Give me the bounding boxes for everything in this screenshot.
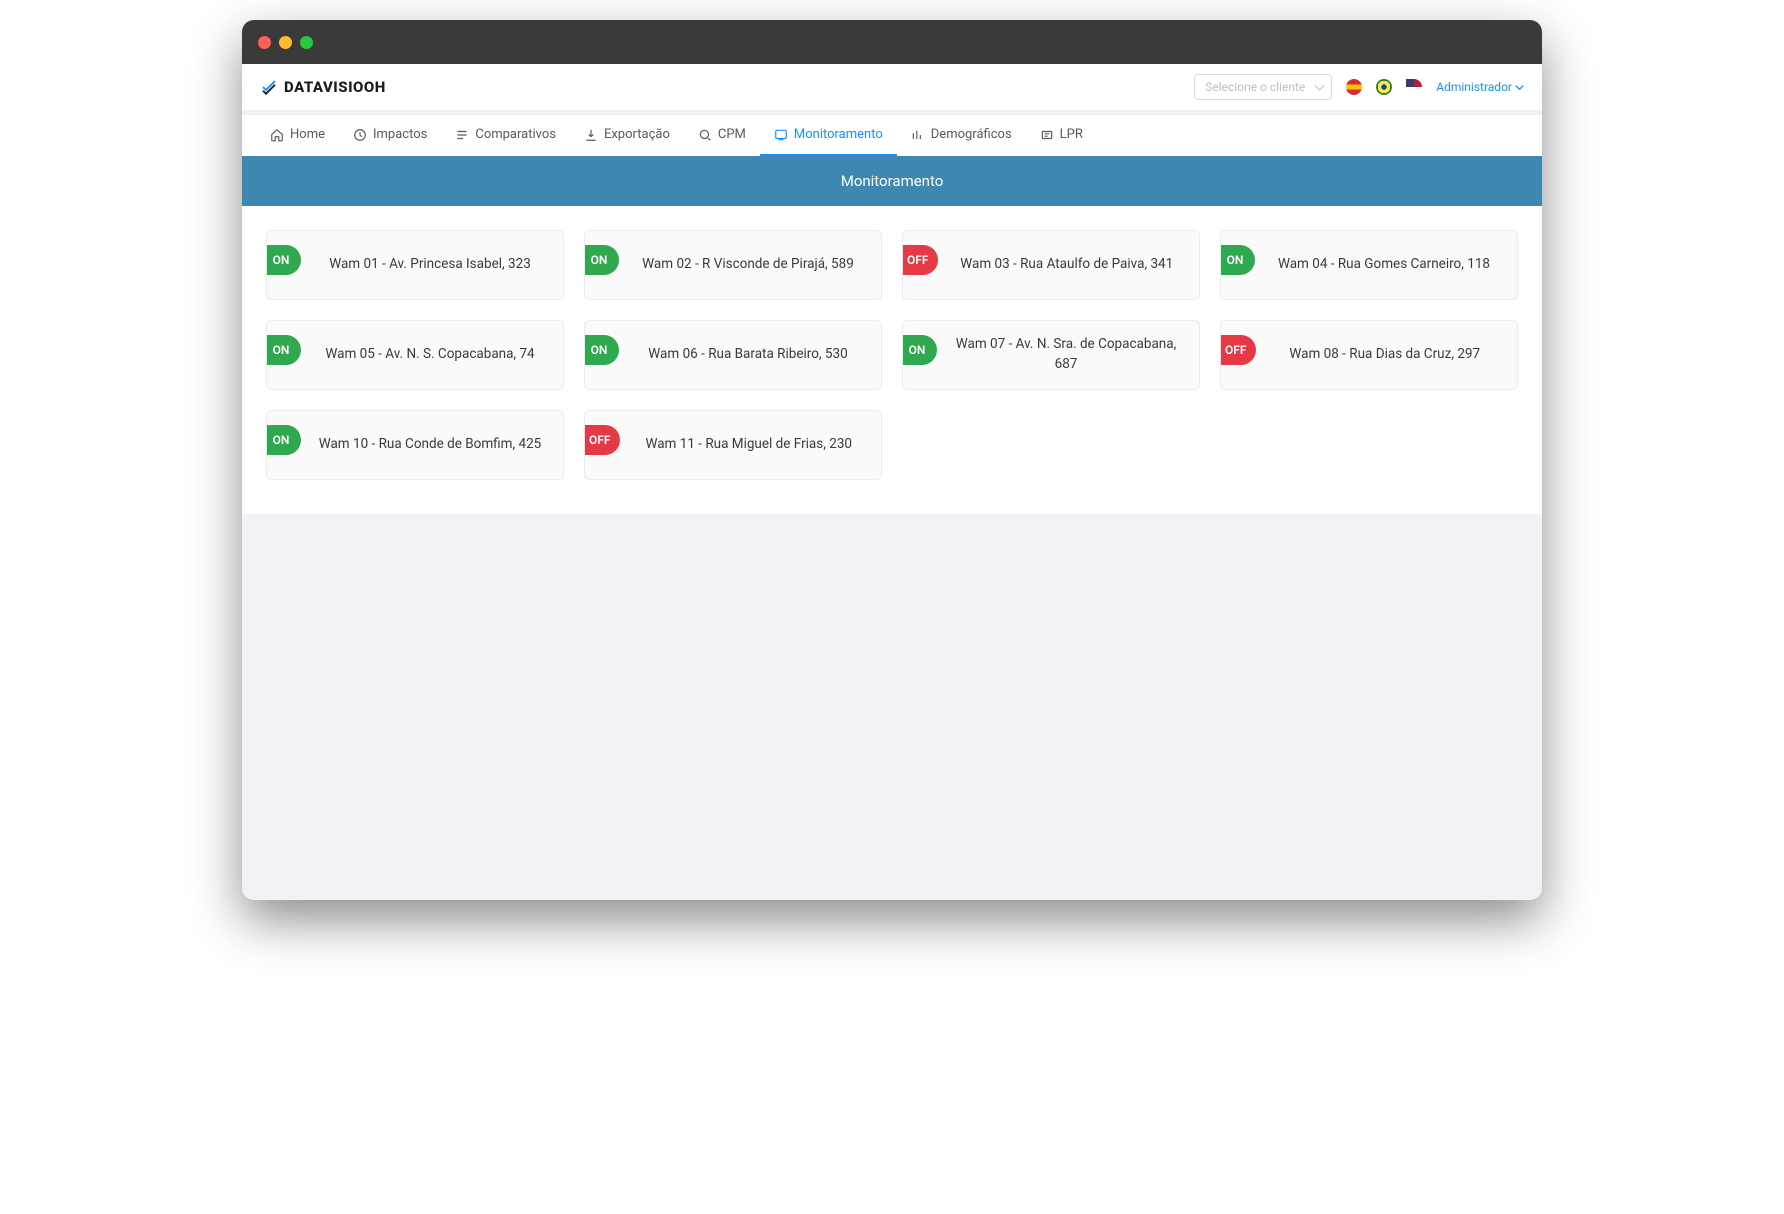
- user-menu[interactable]: Administrador: [1436, 80, 1524, 94]
- monitor-card-label: Wam 03 - Rua Ataulfo de Paiva, 341: [946, 255, 1187, 275]
- monitor-card-label: Wam 04 - Rua Gomes Carneiro, 118: [1263, 255, 1505, 275]
- status-badge: ON: [1220, 245, 1255, 275]
- monitor-card-label: Wam 01 - Av. Princesa Isabel, 323: [309, 255, 551, 275]
- monitor-card-label: Wam 02 - R Visconde de Pirajá, 589: [627, 255, 869, 275]
- window-titlebar: [242, 20, 1542, 64]
- monitor-card[interactable]: ON Wam 01 - Av. Princesa Isabel, 323: [266, 230, 564, 300]
- tab-exportacao[interactable]: Exportação: [570, 115, 684, 156]
- monitor-card-label: Wam 05 - Av. N. S. Copacabana, 74: [309, 345, 551, 365]
- exportacao-icon: [584, 128, 598, 142]
- nav-tabs: Home Impactos Comparativos Exportação CPM Mon…: [242, 114, 1542, 156]
- monitor-card-label: Wam 10 - Rua Conde de Bomfim, 425: [309, 435, 551, 455]
- monitor-card[interactable]: ON Wam 05 - Av. N. S. Copacabana, 74: [266, 320, 564, 390]
- cpm-icon: [698, 128, 712, 142]
- tab-demograficos[interactable]: Demográficos: [897, 115, 1026, 156]
- lpr-icon: [1040, 128, 1054, 142]
- brand-logo: DATAVISIOOH: [260, 78, 386, 96]
- status-badge: ON: [584, 245, 619, 275]
- topbar-right: Selecione o cliente Administrador: [1194, 74, 1524, 100]
- content-area: ON Wam 01 - Av. Princesa Isabel, 323 ON Wam…: [242, 206, 1542, 514]
- tab-label: Impactos: [373, 127, 427, 142]
- monitor-card-label: Wam 07 - Av. N. Sra. de Copacabana, 687: [945, 335, 1187, 374]
- tab-cpm[interactable]: CPM: [684, 115, 760, 156]
- monitor-card-grid: ON Wam 01 - Av. Princesa Isabel, 323 ON Wam…: [266, 230, 1518, 480]
- window-minimize-icon[interactable]: [279, 36, 292, 49]
- monitor-card[interactable]: ON Wam 07 - Av. N. Sra. de Copacabana, 68…: [902, 320, 1200, 390]
- tab-label: Home: [290, 127, 325, 142]
- monitor-card[interactable]: ON Wam 06 - Rua Barata Ribeiro, 530: [584, 320, 882, 390]
- tab-comparativos[interactable]: Comparativos: [441, 115, 570, 156]
- status-badge: ON: [266, 425, 301, 455]
- status-badge: ON: [902, 335, 937, 365]
- tab-label: LPR: [1060, 127, 1083, 142]
- chevron-down-icon: [1515, 83, 1524, 92]
- monitor-card[interactable]: ON Wam 10 - Rua Conde de Bomfim, 425: [266, 410, 564, 480]
- brand-text: DATAVISIOOH: [284, 78, 386, 96]
- monitor-card-label: Wam 06 - Rua Barata Ribeiro, 530: [627, 345, 869, 365]
- client-select[interactable]: Selecione o cliente: [1194, 74, 1332, 100]
- tab-lpr[interactable]: LPR: [1026, 115, 1097, 156]
- page-title: Monitoramento: [841, 172, 944, 190]
- home-icon: [270, 128, 284, 142]
- tab-label: Exportação: [604, 127, 670, 142]
- monitor-card[interactable]: ON Wam 04 - Rua Gomes Carneiro, 118: [1220, 230, 1518, 300]
- status-badge: ON: [266, 335, 301, 365]
- window-maximize-icon[interactable]: [300, 36, 313, 49]
- tab-label: Demográficos: [931, 127, 1012, 142]
- status-badge: OFF: [902, 245, 938, 275]
- flag-us-icon[interactable]: [1406, 79, 1422, 95]
- app-window: DATAVISIOOH Selecione o cliente Administ…: [242, 20, 1542, 900]
- monitor-card[interactable]: OFF Wam 11 - Rua Miguel de Frias, 230: [584, 410, 882, 480]
- flag-br-icon[interactable]: [1376, 79, 1392, 95]
- impactos-icon: [353, 128, 367, 142]
- tab-home[interactable]: Home: [256, 115, 339, 156]
- brand-mark-icon: [260, 78, 278, 96]
- monitor-card-label: Wam 11 - Rua Miguel de Frias, 230: [628, 435, 869, 455]
- flag-es-icon[interactable]: [1346, 79, 1362, 95]
- tab-label: Comparativos: [475, 127, 556, 142]
- monitor-card[interactable]: ON Wam 02 - R Visconde de Pirajá, 589: [584, 230, 882, 300]
- monitoramento-icon: [774, 128, 788, 142]
- tab-label: CPM: [718, 127, 746, 142]
- monitor-card[interactable]: OFF Wam 03 - Rua Ataulfo de Paiva, 341: [902, 230, 1200, 300]
- status-badge: ON: [584, 335, 619, 365]
- client-select-placeholder: Selecione o cliente: [1205, 80, 1305, 94]
- demograficos-icon: [911, 128, 925, 142]
- user-label: Administrador: [1436, 80, 1512, 94]
- status-badge: ON: [266, 245, 301, 275]
- monitor-card-label: Wam 08 - Rua Dias da Cruz, 297: [1264, 345, 1505, 365]
- window-close-icon[interactable]: [258, 36, 271, 49]
- topbar: DATAVISIOOH Selecione o cliente Administ…: [242, 64, 1542, 110]
- tab-label: Monitoramento: [794, 127, 883, 142]
- status-badge: OFF: [1220, 335, 1256, 365]
- tab-impactos[interactable]: Impactos: [339, 115, 441, 156]
- status-badge: OFF: [584, 425, 620, 455]
- monitor-card[interactable]: OFF Wam 08 - Rua Dias da Cruz, 297: [1220, 320, 1518, 390]
- comparativos-icon: [455, 128, 469, 142]
- page-banner: Monitoramento: [242, 156, 1542, 206]
- tab-monitoramento[interactable]: Monitoramento: [760, 115, 897, 156]
- empty-space: [242, 520, 1542, 900]
